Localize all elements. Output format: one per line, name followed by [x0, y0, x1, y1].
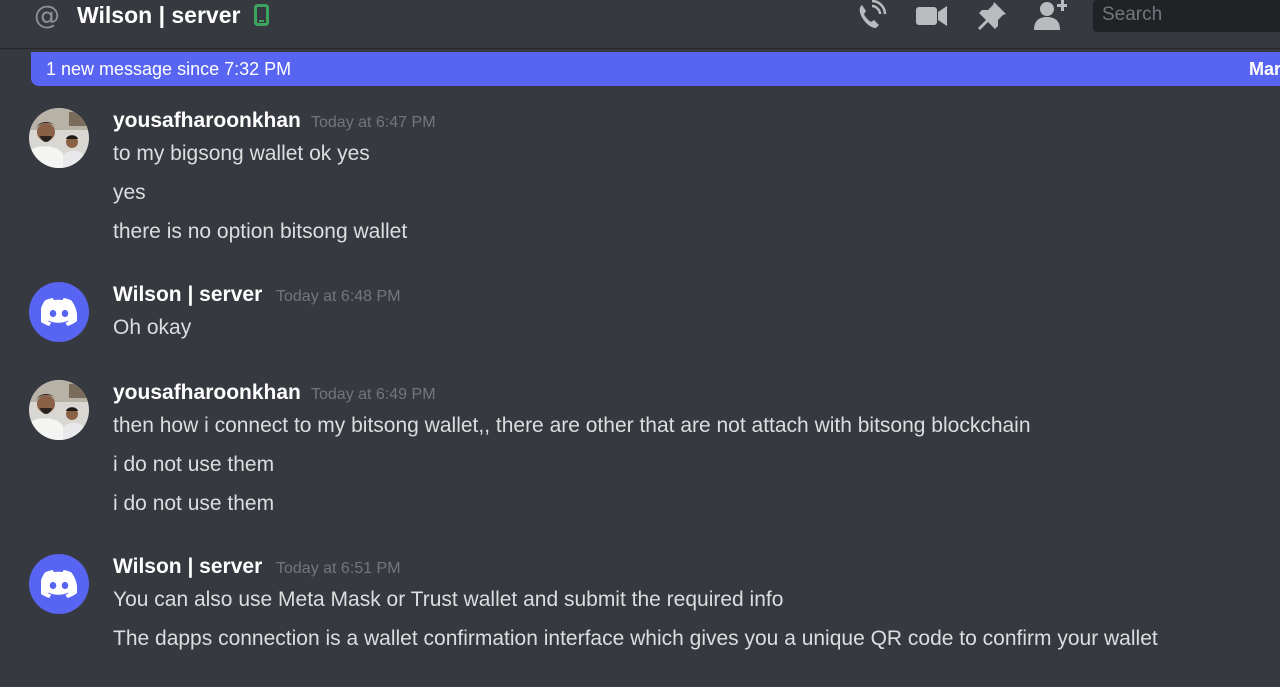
mobile-online-icon: [254, 4, 269, 26]
message-timestamp: Today at 6:49 PM: [311, 386, 436, 403]
message-text: The dapps connection is a wallet confirm…: [113, 627, 1158, 650]
message-author[interactable]: yousafharoonkhan: [113, 108, 301, 134]
message-timestamp: Today at 6:47 PM: [311, 114, 436, 131]
channel-header: @ Wilson | server Search: [0, 0, 1280, 48]
photo-avatar[interactable]: [29, 108, 89, 168]
photo-avatar[interactable]: [29, 380, 89, 440]
message-text: then how i connect to my bitsong wallet,…: [113, 414, 1031, 437]
person-photo-icon: [29, 380, 89, 440]
search-input[interactable]: Search: [1093, 0, 1280, 32]
call-icon[interactable]: [853, 0, 887, 32]
person-photo-icon: [29, 108, 89, 168]
discord-dm-window: @ Wilson | server Search 1 new message s…: [0, 0, 1280, 687]
at-sign-icon: @: [34, 1, 60, 31]
message-author[interactable]: Wilson | server: [113, 282, 262, 308]
message-timestamp: Today at 6:51 PM: [276, 560, 401, 577]
message-text: there is no option bitsong wallet: [113, 220, 408, 243]
message-timestamp: Today at 6:48 PM: [276, 288, 401, 305]
message-text: Oh okay: [113, 316, 192, 339]
discord-logo-avatar[interactable]: [29, 282, 89, 342]
message-text: to my bigsong wallet ok yes: [113, 142, 370, 165]
message-text: yes: [113, 181, 146, 204]
new-messages-text: 1 new message since 7:32 PM: [46, 59, 292, 79]
add-user-icon[interactable]: [1033, 0, 1067, 32]
discord-logo-avatar[interactable]: [29, 554, 89, 614]
new-messages-bar[interactable]: 1 new message since 7:32 PM Mar: [31, 52, 1280, 86]
discord-logo-icon: [41, 570, 77, 598]
video-icon[interactable]: [914, 0, 948, 32]
message-author[interactable]: yousafharoonkhan: [113, 380, 301, 406]
mark-as-read-button[interactable]: Mar: [1249, 52, 1280, 86]
discord-logo-icon: [41, 298, 77, 326]
channel-title: Wilson | server: [77, 2, 241, 28]
message-text: i do not use them: [113, 453, 275, 476]
pin-icon[interactable]: [975, 0, 1009, 32]
message-text: You can also use Meta Mask or Trust wall…: [113, 588, 784, 611]
message-author[interactable]: Wilson | server: [113, 554, 262, 580]
message-text: i do not use them: [113, 492, 275, 515]
